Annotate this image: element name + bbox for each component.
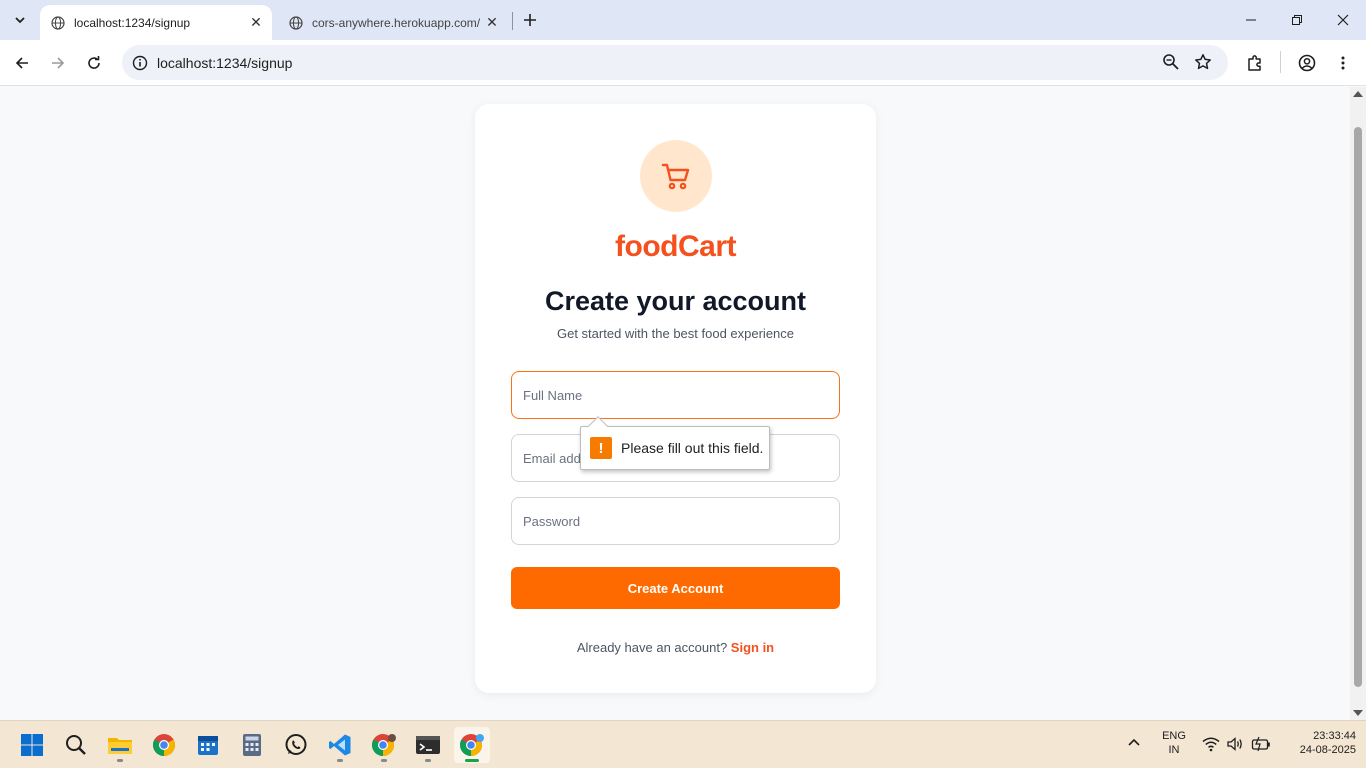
kebab-menu-icon <box>1341 56 1345 70</box>
tray-overflow-button[interactable] <box>1126 735 1142 756</box>
address-bar[interactable]: localhost:1234/signup <box>122 45 1228 80</box>
extensions-button[interactable] <box>1240 48 1270 78</box>
close-icon <box>1337 14 1349 26</box>
taskbar-app-chrome-active[interactable] <box>454 727 490 763</box>
logo-badge <box>640 140 712 212</box>
signin-prompt-row: Already have an account? Sign in <box>475 640 876 655</box>
language-secondary: IN <box>1168 744 1180 756</box>
taskbar-app-file-explorer[interactable] <box>102 727 138 763</box>
clock-time: 23:33:44 <box>1313 730 1356 742</box>
signup-card: foodCart Create your account Get started… <box>475 104 876 693</box>
page-subtitle: Get started with the best food experienc… <box>556 326 795 341</box>
running-indicator <box>381 759 387 762</box>
reload-button[interactable] <box>79 48 109 78</box>
tab-divider <box>512 12 513 30</box>
full-name-input[interactable] <box>511 371 840 419</box>
windows-taskbar: ENG IN 23:33:44 24-08-2025 <box>0 720 1366 768</box>
taskbar-app-calendar[interactable] <box>190 727 226 763</box>
minimize-button[interactable] <box>1228 0 1274 40</box>
close-icon[interactable]: ✕ <box>482 13 502 33</box>
chevron-up-icon <box>1128 738 1140 746</box>
validation-message: Please fill out this field. <box>621 440 764 456</box>
page-viewport: foodCart Create your account Get started… <box>0 87 1350 720</box>
profile-button[interactable] <box>1292 48 1322 78</box>
password-input[interactable] <box>511 497 840 545</box>
arrow-left-icon <box>15 57 28 69</box>
wifi-icon[interactable] <box>1202 736 1220 757</box>
taskbar-app-calculator[interactable] <box>234 727 270 763</box>
taskbar-search-button[interactable] <box>58 727 94 763</box>
language-indicator[interactable]: ENG IN <box>1156 730 1192 756</box>
chrome-icon <box>153 734 175 756</box>
signin-link[interactable]: Sign in <box>731 640 774 655</box>
bookmark-star-icon[interactable] <box>1194 53 1212 76</box>
forward-button[interactable] <box>43 48 73 78</box>
globe-icon <box>288 15 304 31</box>
brand-logo-text: foodCart <box>615 230 736 263</box>
chrome-active-icon <box>460 734 484 756</box>
profile-icon <box>1298 54 1316 72</box>
tab-title: cors-anywhere.herokuapp.com/ <box>312 15 481 30</box>
plus-icon <box>524 14 536 26</box>
clock[interactable]: 23:33:44 24-08-2025 <box>1278 730 1356 756</box>
tab-cors[interactable]: cors-anywhere.herokuapp.com/ ✕ <box>278 5 508 40</box>
warning-icon: ! <box>590 437 612 459</box>
terminal-icon <box>416 736 440 754</box>
running-indicator <box>465 759 479 762</box>
menu-button[interactable] <box>1328 48 1358 78</box>
clock-date: 24-08-2025 <box>1299 744 1356 756</box>
close-icon[interactable]: ✕ <box>246 13 266 33</box>
zoom-icon[interactable] <box>1162 53 1180 76</box>
shopping-cart-icon <box>661 163 690 190</box>
back-button[interactable] <box>7 48 37 78</box>
arrow-right-icon <box>52 57 65 69</box>
running-indicator <box>337 759 343 762</box>
taskbar-app-whatsapp[interactable] <box>278 727 314 763</box>
vscode-icon <box>329 734 351 756</box>
url-text: localhost:1234/signup <box>157 55 293 71</box>
signin-prompt-text: Already have an account? <box>576 640 728 655</box>
taskbar-app-chrome-profile[interactable] <box>366 727 402 763</box>
scrollbar-thumb[interactable] <box>1354 127 1362 687</box>
tab-title: localhost:1234/signup <box>74 15 191 30</box>
validation-tooltip: ! Please fill out this field. <box>580 416 770 470</box>
tab-signup[interactable]: localhost:1234/signup ✕ <box>40 5 272 40</box>
taskbar-app-vscode[interactable] <box>322 727 358 763</box>
minimize-icon <box>1246 19 1256 21</box>
whatsapp-icon <box>285 734 307 755</box>
calculator-icon <box>243 734 261 756</box>
language-primary: ENG <box>1162 730 1186 742</box>
new-tab-button[interactable] <box>518 8 542 32</box>
restore-icon <box>1292 15 1302 25</box>
create-account-button[interactable]: Create Account <box>511 567 840 609</box>
scroll-up-icon[interactable] <box>1353 91 1363 97</box>
taskbar-app-chrome[interactable] <box>146 727 182 763</box>
start-button[interactable] <box>14 727 50 763</box>
page-scrollbar[interactable] <box>1350 87 1366 720</box>
globe-icon <box>50 15 66 31</box>
volume-icon[interactable] <box>1226 736 1244 757</box>
calendar-icon <box>198 736 218 755</box>
site-info-icon[interactable] <box>130 53 150 73</box>
battery-icon[interactable] <box>1251 736 1271 757</box>
tab-strip: localhost:1234/signup ✕ cors-anywhere.he… <box>0 0 1366 40</box>
reload-icon <box>88 56 100 69</box>
start-icon <box>21 734 43 756</box>
browser-toolbar: localhost:1234/signup <box>0 40 1366 86</box>
toolbar-divider <box>1280 51 1281 73</box>
close-window-button[interactable] <box>1320 0 1366 40</box>
search-icon <box>66 735 86 755</box>
puzzle-icon <box>1248 55 1261 71</box>
page-title: Create your account <box>544 286 807 316</box>
running-indicator <box>425 759 431 762</box>
file-explorer-icon <box>108 738 132 754</box>
restore-button[interactable] <box>1274 0 1320 40</box>
taskbar-app-terminal[interactable] <box>410 727 446 763</box>
chrome-profile-icon <box>372 734 396 756</box>
tab-search-button[interactable] <box>6 7 34 33</box>
chevron-down-icon <box>15 17 25 24</box>
running-indicator <box>117 759 123 762</box>
scroll-down-icon[interactable] <box>1353 710 1363 716</box>
